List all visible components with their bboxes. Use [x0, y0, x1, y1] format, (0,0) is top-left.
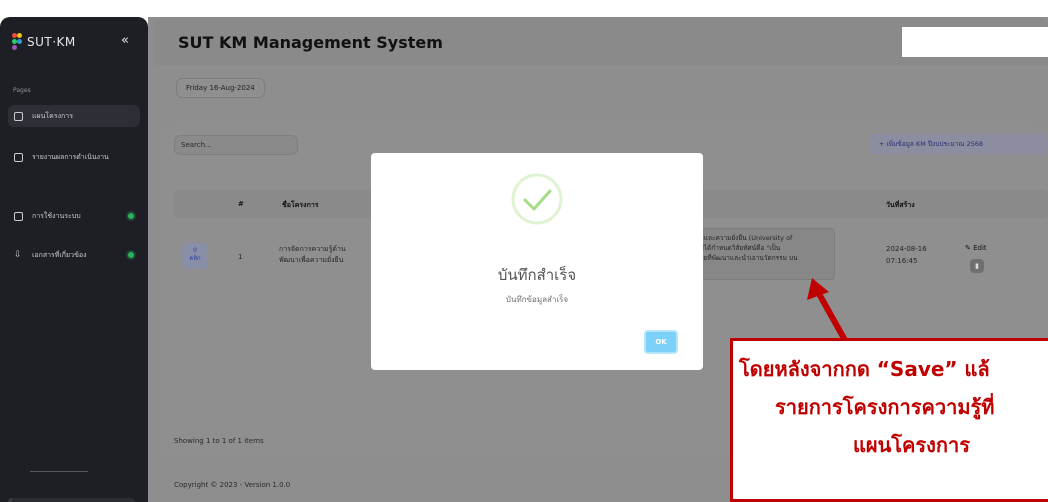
ok-button[interactable]: OK — [644, 330, 678, 354]
sidebar-item-report[interactable]: รายงานผลการดำเนินงาน — [8, 146, 140, 168]
pencil-icon: ✎ — [965, 244, 971, 252]
date-chip: Friday 16-Aug-2024 — [176, 78, 265, 98]
layout-icon — [14, 111, 23, 121]
sidebar-divider — [30, 471, 88, 472]
sidebar-item-project-plan[interactable]: แผนโครงการ — [8, 105, 140, 127]
view-detail-button[interactable]: ⚲ คลิก — [182, 243, 208, 269]
column-header-index: # — [238, 200, 244, 208]
collapse-sidebar-icon[interactable]: « — [121, 33, 129, 48]
annotation-line1: โดยหลังจากกด “Save” แล้ — [739, 357, 990, 381]
search-icon: ⚲ — [192, 247, 198, 254]
sidebar-item-label: การใช้งานระบบ — [32, 211, 81, 220]
status-dot — [128, 213, 134, 219]
column-header-project: ชื่อโครงการ — [282, 201, 319, 209]
annotation-line3: แผนโครงการ — [853, 433, 970, 457]
app-logo[interactable]: SUT·KM — [12, 33, 76, 51]
download-icon: ⇩ — [14, 249, 22, 260]
sidebar-item-label: รายงานผลการดำเนินงาน — [32, 152, 109, 161]
annotation-callout: โดยหลังจากกด “Save” แล้ รายการโครงการควา… — [730, 338, 1048, 502]
top-bar: SUT KM Management System — [154, 17, 1048, 65]
dialog-message: บันทึกข้อมูลสำเร็จ — [505, 295, 569, 304]
row-index: 1 — [238, 253, 243, 261]
logo-text: SUT·KM — [27, 35, 76, 49]
page-title: SUT KM Management System — [178, 33, 443, 52]
report-icon — [14, 152, 23, 162]
top-bar-blank-area — [902, 27, 1048, 57]
dialog-title: บันทึกสำเร็จ — [497, 266, 577, 284]
annotation-line2: รายการโครงการความรู้ที่ — [775, 395, 995, 419]
status-dot — [128, 252, 134, 258]
success-dialog: บันทึกสำเร็จ บันทึกข้อมูลสำเร็จ OK — [371, 153, 703, 370]
created-date: 2024-08-16 — [886, 245, 927, 253]
view-label: คลิก — [189, 255, 201, 262]
success-check-icon — [511, 173, 563, 225]
sidebar-item-label: เอกสารที่เกี่ยวข้อง — [32, 250, 87, 259]
logo-icon — [12, 33, 22, 51]
edit-button[interactable]: ✎ Edit — [965, 244, 987, 252]
description-line3: ไทยที่พัฒนาและนำเอานวัตกรรม บน — [696, 254, 798, 262]
pagination-info: Showing 1 to 1 of 1 items — [174, 437, 264, 445]
sidebar-item-label: แผนโครงการ — [32, 111, 73, 120]
sidebar-item-manual[interactable]: การใช้งานระบบ — [8, 205, 140, 227]
search-input[interactable]: Search... — [174, 135, 298, 155]
description-line1: รมและความยั่งยืน (University of — [696, 234, 793, 242]
footer-copyright: Copyright © 2023 - Version 1.0.0 — [174, 481, 291, 489]
user-profile-box[interactable] — [8, 498, 136, 502]
section-label: Pages — [13, 87, 31, 94]
description-line2: ลัยได้กำหนดวิสัยทัศน์คือ "เป็น — [696, 244, 781, 252]
sidebar: SUT·KM « Pages แผนโครงการ รายงานผลการดำเ… — [0, 17, 148, 502]
sidebar-item-documents[interactable]: ⇩ เอกสารที่เกี่ยวข้อง — [8, 244, 140, 266]
add-km-button[interactable]: + เพิ่มข้อมูล KM ปีงบประมาณ 2568 — [870, 134, 1048, 154]
delete-button[interactable]: ▮ — [970, 259, 984, 273]
manual-icon — [14, 211, 23, 221]
trash-icon: ▮ — [975, 262, 979, 270]
project-name-line2: พัฒนาเพื่อความยั่งยืน — [279, 256, 344, 264]
column-header-created: วันที่สร้าง — [886, 201, 915, 209]
created-time: 07:16:45 — [886, 257, 918, 265]
project-name-line1: การจัดการความรู้ด้าน — [279, 245, 346, 253]
edit-label: Edit — [973, 244, 987, 252]
